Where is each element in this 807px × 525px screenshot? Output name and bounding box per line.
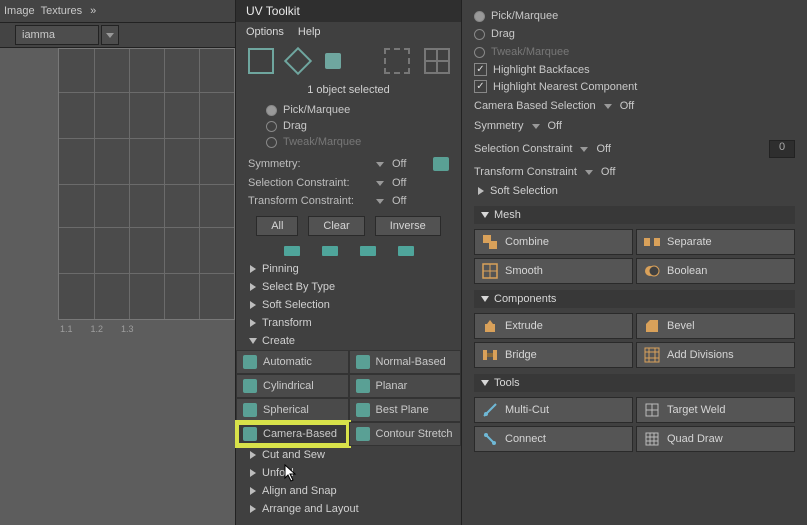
object-mode-icon[interactable] xyxy=(322,50,344,72)
clear-button[interactable]: Clear xyxy=(308,216,364,236)
create-best-plane[interactable]: Best Plane xyxy=(349,398,462,422)
symmetry-flag-icon[interactable] xyxy=(433,157,449,171)
section-components[interactable]: Components xyxy=(474,290,795,308)
modeling-toolkit-panel: Pick/Marquee Drag Tweak/Marquee ✓Highlig… xyxy=(462,0,807,525)
selection-constraint-row[interactable]: Selection Constraint: Off xyxy=(236,174,461,192)
gamma-bar: iamma xyxy=(0,23,235,48)
transform-constraint-row[interactable]: Transform Constraint: Off xyxy=(236,192,461,210)
top-menu-strip: Image Textures » xyxy=(0,0,235,23)
tool-combine[interactable]: Combine xyxy=(474,229,633,255)
section-tools[interactable]: Tools xyxy=(474,374,795,392)
uv-ruler: 1.1 1.2 1.3 xyxy=(58,324,235,340)
gamma-select[interactable]: iamma xyxy=(15,25,99,45)
create-automatic[interactable]: Automatic xyxy=(236,350,349,374)
grow-region-icon[interactable] xyxy=(360,246,376,256)
vertex-mode-icon[interactable] xyxy=(283,47,311,75)
tool-multi-cut[interactable]: Multi-Cut xyxy=(474,397,633,423)
sel-constraint-number[interactable]: 0 xyxy=(769,140,795,158)
tree-create[interactable]: Create xyxy=(236,332,461,350)
selection-info: 1 object selected xyxy=(236,80,461,100)
tree-arrange-and-layout[interactable]: Arrange and Layout xyxy=(236,500,461,518)
r-symmetry-row[interactable]: SymmetryOff xyxy=(474,116,795,134)
tree-select-by-type[interactable]: Select By Type xyxy=(236,278,461,296)
menu-textures[interactable]: Textures xyxy=(41,5,83,17)
symmetry-row[interactable]: Symmetry: Off xyxy=(236,154,461,174)
uv-mode-icon[interactable] xyxy=(384,48,410,74)
cursor-icon xyxy=(284,464,298,482)
left-panel: Image Textures » iamma 1.1 1.2 1.3 xyxy=(0,0,235,525)
create-cylindrical[interactable]: Cylindrical xyxy=(236,374,349,398)
tree-cut-and-sew[interactable]: Cut and Sew xyxy=(236,446,461,464)
r-soft-selection[interactable]: Soft Selection xyxy=(474,182,795,200)
uv-grid xyxy=(58,48,235,320)
radio-pick[interactable]: Pick/Marquee xyxy=(266,102,451,118)
grow-icon[interactable] xyxy=(284,246,300,256)
section-mesh[interactable]: Mesh xyxy=(474,206,795,224)
tree-transform[interactable]: Transform xyxy=(236,314,461,332)
tool-smooth[interactable]: Smooth xyxy=(474,258,633,284)
tool-target-weld[interactable]: Target Weld xyxy=(636,397,795,423)
shrink-icon[interactable] xyxy=(322,246,338,256)
tree-soft-selection[interactable]: Soft Selection xyxy=(236,296,461,314)
r-radio-drag[interactable]: Drag xyxy=(474,26,795,42)
menu-help[interactable]: Help xyxy=(298,26,321,38)
create-camera-based[interactable]: Camera-Based xyxy=(236,422,349,446)
tool-boolean[interactable]: Boolean xyxy=(636,258,795,284)
component-mode-row xyxy=(236,42,461,80)
all-button[interactable]: All xyxy=(256,216,298,236)
tool-extrude[interactable]: Extrude xyxy=(474,313,633,339)
r-transform-constraint-row[interactable]: Transform ConstraintOff xyxy=(474,162,795,180)
r-radio-tweak[interactable]: Tweak/Marquee xyxy=(474,44,795,60)
check-highlight-backfaces[interactable]: ✓Highlight Backfaces xyxy=(474,62,795,77)
tool-separate[interactable]: Separate xyxy=(636,229,795,255)
create-spherical[interactable]: Spherical xyxy=(236,398,349,422)
tree-pinning[interactable]: Pinning xyxy=(236,260,461,278)
shrink-region-icon[interactable] xyxy=(398,246,414,256)
tool-quad-draw[interactable]: Quad Draw xyxy=(636,426,795,452)
toolkit-menu: Options Help xyxy=(236,22,461,42)
select-buttons: All Clear Inverse xyxy=(236,210,461,242)
uv-toolkit-panel: UV Toolkit Options Help 1 object selecte… xyxy=(235,0,462,525)
menu-overflow-icon[interactable]: » xyxy=(88,5,98,17)
r-radio-pick[interactable]: Pick/Marquee xyxy=(474,8,795,24)
tool-bridge[interactable]: Bridge xyxy=(474,342,633,368)
select-mode-list: Pick/Marquee Drag Tweak/Marquee xyxy=(236,100,461,154)
radio-tweak[interactable]: Tweak/Marquee xyxy=(266,134,451,150)
tree-align-and-snap[interactable]: Align and Snap xyxy=(236,482,461,500)
create-contour-stretch[interactable]: Contour Stretch xyxy=(349,422,462,446)
shell-mode-icon[interactable] xyxy=(424,48,450,74)
tool-bevel[interactable]: Bevel xyxy=(636,313,795,339)
check-highlight-nearest[interactable]: ✓Highlight Nearest Component xyxy=(474,79,795,94)
create-planar[interactable]: Planar xyxy=(349,374,462,398)
tool-add-divisions[interactable]: Add Divisions xyxy=(636,342,795,368)
menu-image[interactable]: Image xyxy=(4,5,35,17)
radio-drag[interactable]: Drag xyxy=(266,118,451,134)
uv-viewport[interactable]: 1.1 1.2 1.3 xyxy=(0,48,235,525)
camera-based-selection-row[interactable]: Camera Based SelectionOff xyxy=(474,96,795,114)
gamma-dropdown-icon[interactable] xyxy=(101,25,119,45)
grow-shrink-icons xyxy=(236,242,461,260)
tree-unfold[interactable]: Unfold xyxy=(236,464,461,482)
create-grid: Automatic Normal-Based Cylindrical Plana… xyxy=(236,350,461,446)
tool-connect[interactable]: Connect xyxy=(474,426,633,452)
inverse-button[interactable]: Inverse xyxy=(375,216,441,236)
create-normal-based[interactable]: Normal-Based xyxy=(349,350,462,374)
panel-title: UV Toolkit xyxy=(236,0,461,22)
r-selection-constraint-row[interactable]: Selection ConstraintOff0 xyxy=(474,136,795,160)
face-mode-icon[interactable] xyxy=(248,48,274,74)
menu-options[interactable]: Options xyxy=(246,26,284,38)
